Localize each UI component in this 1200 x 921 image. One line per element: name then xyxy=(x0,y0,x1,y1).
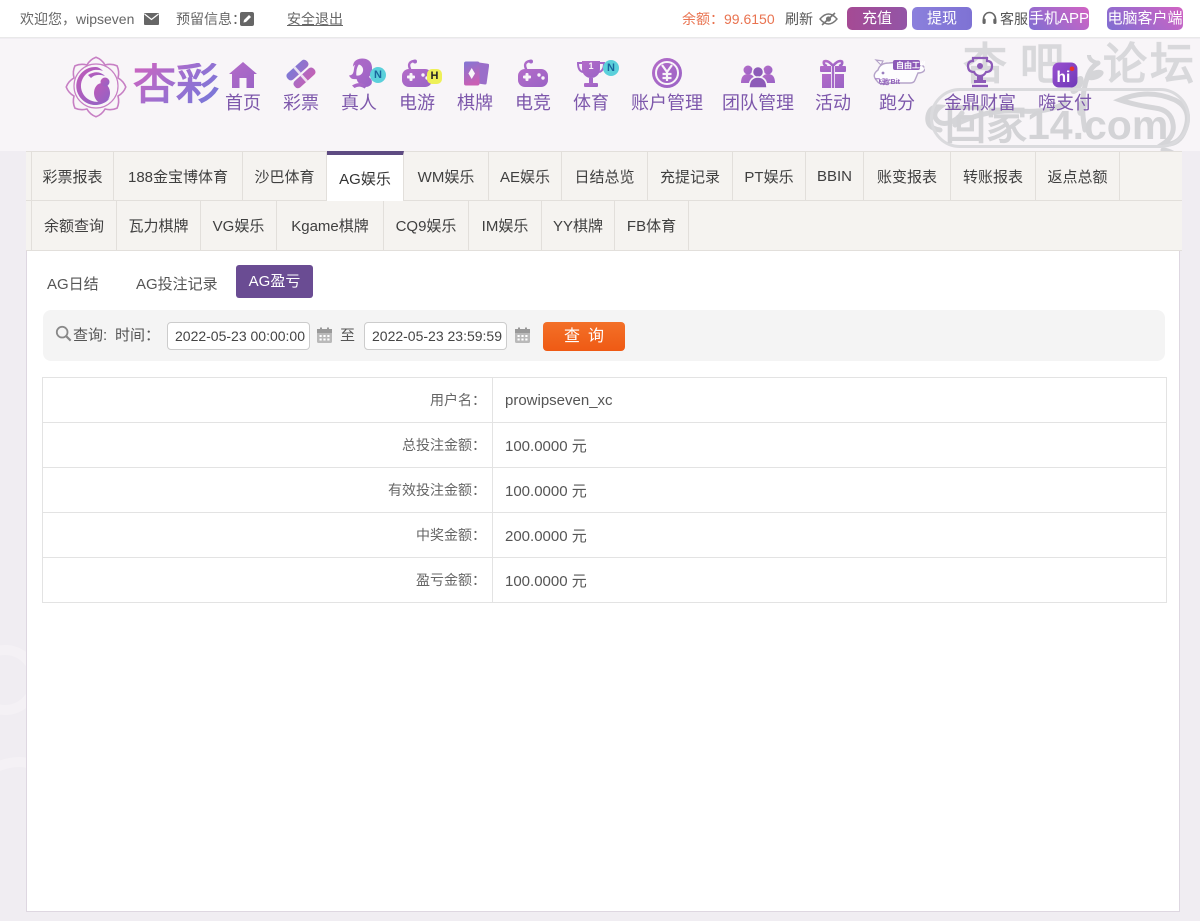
svg-text:hi: hi xyxy=(1057,69,1071,86)
svg-text:自由工作者: 自由工作者 xyxy=(896,60,925,70)
svg-text:飞驰'Bit: 飞驰'Bit xyxy=(875,77,901,86)
svg-text:1: 1 xyxy=(588,61,593,71)
